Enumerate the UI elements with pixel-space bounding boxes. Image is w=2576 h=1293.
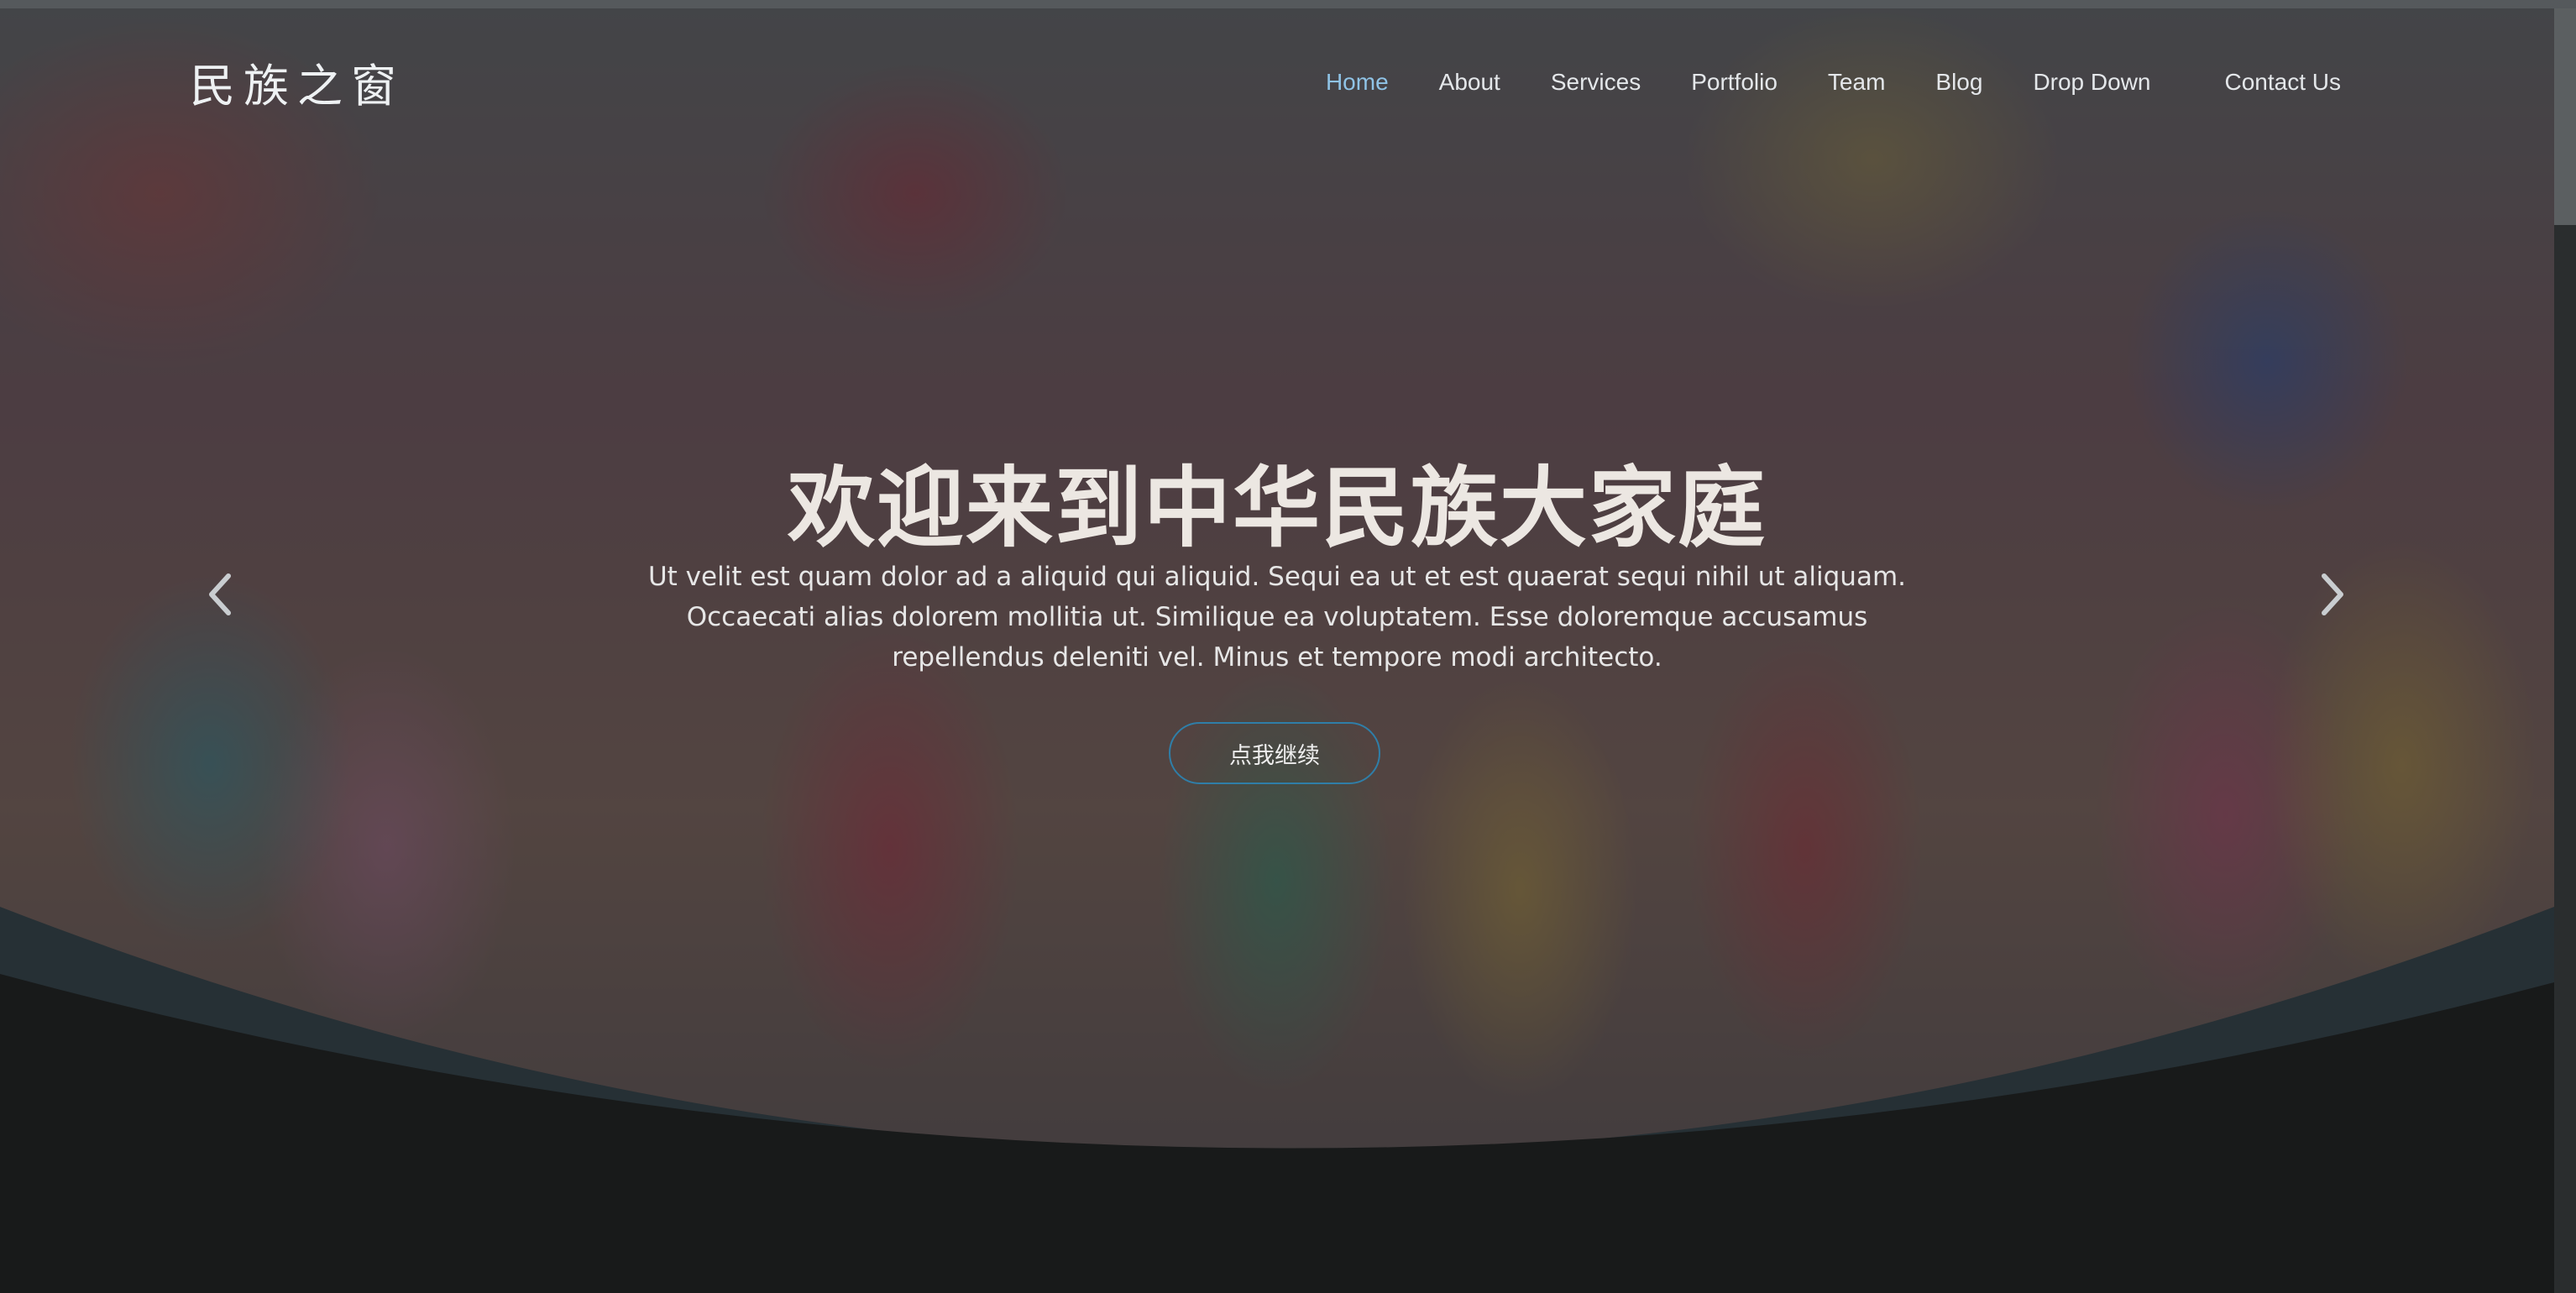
nav-item-home[interactable]: Home — [1301, 69, 1414, 96]
continue-button[interactable]: 点我继续 — [1169, 722, 1380, 784]
hero-description: Ut velit est quam dolor ad a aliquid qui… — [647, 562, 1907, 673]
nav-item-drop-down[interactable]: Drop Down — [2008, 69, 2175, 96]
chevron-left-icon — [209, 573, 231, 615]
page-scrollbar-thumb[interactable] — [2554, 8, 2576, 225]
nav-item-about[interactable]: About — [1414, 69, 1526, 96]
nav-item-contact-us[interactable]: Contact Us — [2200, 69, 2367, 96]
carousel-next-button[interactable] — [2311, 569, 2353, 620]
site-logo[interactable]: 民族之窗 — [190, 49, 405, 115]
nav-item-services[interactable]: Services — [1526, 69, 1666, 96]
hero-carousel: 民族之窗 Home About Services Portfolio Team … — [0, 8, 2554, 1150]
hero-title: 欢迎来到中华民族大家庭 — [787, 456, 1767, 559]
nav-item-portfolio[interactable]: Portfolio — [1666, 69, 1803, 96]
nav-item-blog[interactable]: Blog — [1910, 69, 2008, 96]
chevron-right-icon — [2322, 573, 2343, 615]
main-navigation: Home About Services Portfolio Team Blog … — [1301, 69, 2366, 96]
nav-item-team[interactable]: Team — [1803, 69, 1910, 96]
carousel-prev-button[interactable] — [200, 569, 242, 620]
window-top-border — [0, 0, 2576, 8]
